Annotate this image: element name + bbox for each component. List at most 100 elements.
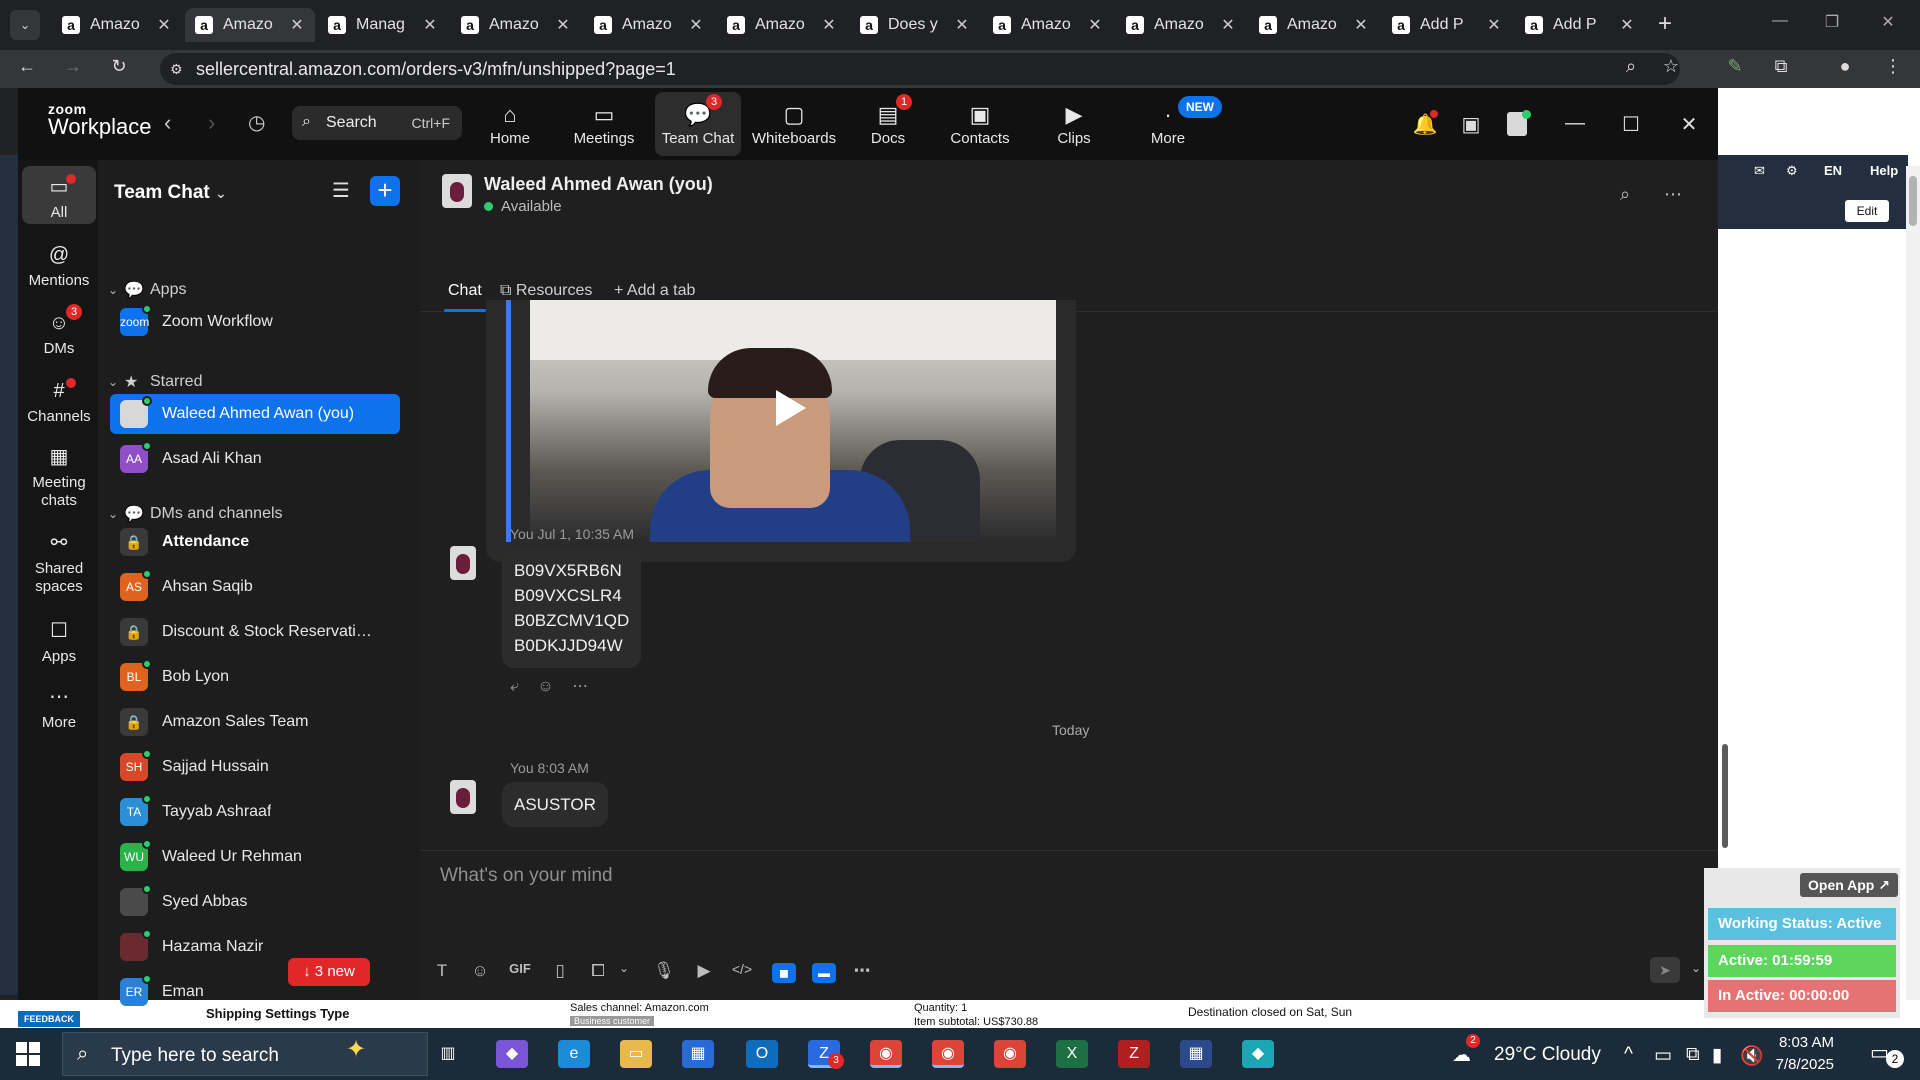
app-shortcut-icon-1[interactable]: ◼ (772, 963, 796, 983)
code-snippet-icon[interactable]: </> (730, 961, 754, 977)
page-scrollbar[interactable] (1906, 166, 1920, 1026)
nav-docs[interactable]: ▤ 1 Docs (845, 92, 931, 156)
nav-more[interactable]: · NEW More (1125, 92, 1222, 156)
browser-minimize-button[interactable]: — (1760, 12, 1800, 30)
display-icon[interactable]: ▭ (1654, 1044, 1672, 1067)
edge-browser-icon[interactable]: e (558, 1040, 590, 1068)
chat-list-item[interactable]: 🔒 Attendance (110, 522, 400, 562)
forward-icon[interactable]: → (58, 56, 88, 77)
new-chat-button[interactable]: + (370, 176, 400, 206)
chat-list-item[interactable]: zoom Zoom Workflow (110, 302, 400, 342)
browser-tab[interactable]: a Does y ✕ (850, 8, 980, 42)
notification-center-icon[interactable]: ▭ 2 (1870, 1040, 1904, 1068)
format-text-icon[interactable]: T (430, 961, 454, 981)
user-avatar[interactable] (1502, 110, 1532, 142)
message-avatar[interactable] (450, 780, 476, 814)
browser-tab[interactable]: a Amazo ✕ (1249, 8, 1379, 42)
screenshot-dropdown-icon[interactable]: ⌄ (612, 961, 636, 975)
open-app-button[interactable]: Open App ↗ (1800, 873, 1898, 897)
calculator-icon[interactable]: ▦ (1180, 1040, 1212, 1068)
zoom-taskbar-icon[interactable]: Z3 (808, 1040, 844, 1069)
close-tab-icon[interactable]: ✕ (1220, 15, 1236, 35)
browser-tab[interactable]: a Amazo ✕ (451, 8, 581, 42)
video-message-icon[interactable]: ▶ (692, 961, 716, 981)
browser-tab[interactable]: a Amazo ✕ (717, 8, 847, 42)
taskbar-clock[interactable]: 8:03 AM 7/8/2025 (1750, 1032, 1834, 1076)
taskbar-search-box[interactable]: ⌕ Type here to search (62, 1032, 428, 1076)
close-tab-icon[interactable]: ✕ (1486, 15, 1502, 35)
history-icon[interactable]: ◷ (248, 110, 265, 135)
rail-shared-spaces[interactable]: ⚯ Shared spaces (22, 522, 96, 598)
task-view-icon[interactable]: ▥ (432, 1040, 464, 1068)
new-messages-pill[interactable]: ↓ 3 new (288, 958, 370, 986)
rail-dms[interactable]: ☺ 3 DMs (22, 302, 96, 360)
edit-button[interactable]: Edit (1845, 200, 1889, 222)
microphone-icon[interactable]: 🎙 (652, 961, 676, 981)
chrome-icon-1[interactable]: ◉ (870, 1040, 902, 1068)
device-icon[interactable]: ⧉ (1686, 1044, 1700, 1066)
close-tab-icon[interactable]: ✕ (1087, 15, 1103, 35)
chat-list-item[interactable]: SH Sajjad Hussain (110, 747, 400, 787)
browser-tab[interactable]: a Amazo ✕ (185, 8, 315, 42)
notifications-bell-icon[interactable]: 🔔 (1410, 110, 1440, 137)
profile-avatar[interactable]: ● (1830, 56, 1860, 77)
chrome-icon-3[interactable]: ◉ (994, 1040, 1026, 1068)
emoji-react-icon[interactable]: ☺ (537, 678, 553, 695)
extensions-puzzle-icon[interactable]: ⧉ (1766, 56, 1796, 77)
zoom-maximize-button[interactable]: ☐ (1616, 112, 1646, 137)
rail-mentions[interactable]: @ Mentions (22, 234, 96, 292)
rail-more[interactable]: ⋯ More (22, 676, 96, 734)
weather-icon[interactable]: ☁ 2 (1452, 1034, 1480, 1067)
chat-list-item[interactable]: AS Ahsan Saqib (110, 567, 400, 607)
chat-list-item[interactable]: AA Asad Ali Khan (110, 439, 400, 479)
nav-whiteboards[interactable]: ▢ Whiteboards (751, 92, 837, 156)
file-explorer-icon[interactable]: ▭ (620, 1040, 652, 1068)
browser-tab[interactable]: a Amazo ✕ (983, 8, 1113, 42)
app-shortcut-icon-2[interactable]: ▬ (812, 963, 836, 983)
message-avatar[interactable] (450, 546, 476, 580)
rail-channels[interactable]: # Channels (22, 370, 96, 428)
app-diamond-icon[interactable]: ◆ (1242, 1040, 1274, 1068)
nav-home[interactable]: ⌂ Home (467, 92, 553, 156)
nav-team-chat[interactable]: 💬 3 Team Chat (655, 92, 741, 156)
language-selector[interactable]: EN (1824, 163, 1842, 178)
calendar-icon[interactable]: ▣ (1456, 112, 1486, 137)
browser-tab[interactable]: a Add P ✕ (1382, 8, 1512, 42)
chrome-icon-2[interactable]: ◉ (932, 1040, 964, 1068)
video-thumbnail[interactable] (530, 300, 1056, 542)
zoom-close-button[interactable]: ✕ (1674, 112, 1704, 137)
browser-tab[interactable]: a Amazo ✕ (52, 8, 182, 42)
battery-icon[interactable]: ▮ (1712, 1044, 1722, 1067)
chat-header-avatar[interactable] (442, 174, 472, 208)
mail-icon[interactable]: ✉ (1754, 163, 1765, 179)
browser-tab[interactable]: a Manag ✕ (318, 8, 448, 42)
filezilla-icon[interactable]: Z (1118, 1040, 1150, 1068)
zoom-magnifier-icon[interactable]: ⌕ (1616, 56, 1646, 77)
message-more-icon[interactable]: ⋯ (572, 678, 588, 695)
close-tab-icon[interactable]: ✕ (954, 15, 970, 35)
close-tab-icon[interactable]: ✕ (422, 15, 438, 35)
close-tab-icon[interactable]: ✕ (289, 15, 305, 35)
tab-search-button[interactable]: ⌄ (10, 10, 40, 40)
browser-menu-icon[interactable]: ⋮ (1878, 56, 1908, 77)
zoom-minimize-button[interactable]: — (1560, 112, 1590, 135)
excel-icon[interactable]: X (1056, 1040, 1088, 1068)
url-input[interactable]: ⚙ sellercentral.amazon.com/orders-v3/mfn… (160, 53, 1680, 85)
message-bubble[interactable]: B09VX5RB6N B09VXCSLR4 B0BZCMV1QD B0DKJJD… (502, 548, 642, 668)
section-starred[interactable]: ⌄ ★ Starred (108, 368, 202, 396)
nav-clips[interactable]: ▶ Clips (1031, 92, 1117, 156)
browser-restore-button[interactable]: ❐ (1812, 12, 1852, 32)
browser-close-button[interactable]: ✕ (1868, 12, 1908, 32)
nav-meetings[interactable]: ▭ Meetings (561, 92, 647, 156)
close-tab-icon[interactable]: ✕ (156, 15, 172, 35)
close-tab-icon[interactable]: ✕ (688, 15, 704, 35)
chat-list-item[interactable]: 🔒 Amazon Sales Team (110, 702, 400, 742)
browser-tab[interactable]: a Amazo ✕ (584, 8, 714, 42)
browser-tab[interactable]: a Add P ✕ (1515, 8, 1645, 42)
file-icon[interactable]: ▯ (548, 961, 572, 981)
rail-apps[interactable]: ☐ Apps (22, 610, 96, 668)
close-tab-icon[interactable]: ✕ (1353, 15, 1369, 35)
outlook-icon[interactable]: O (746, 1040, 778, 1068)
back-icon[interactable]: ← (12, 56, 42, 77)
zoom-back-icon[interactable]: ‹ (164, 110, 171, 136)
